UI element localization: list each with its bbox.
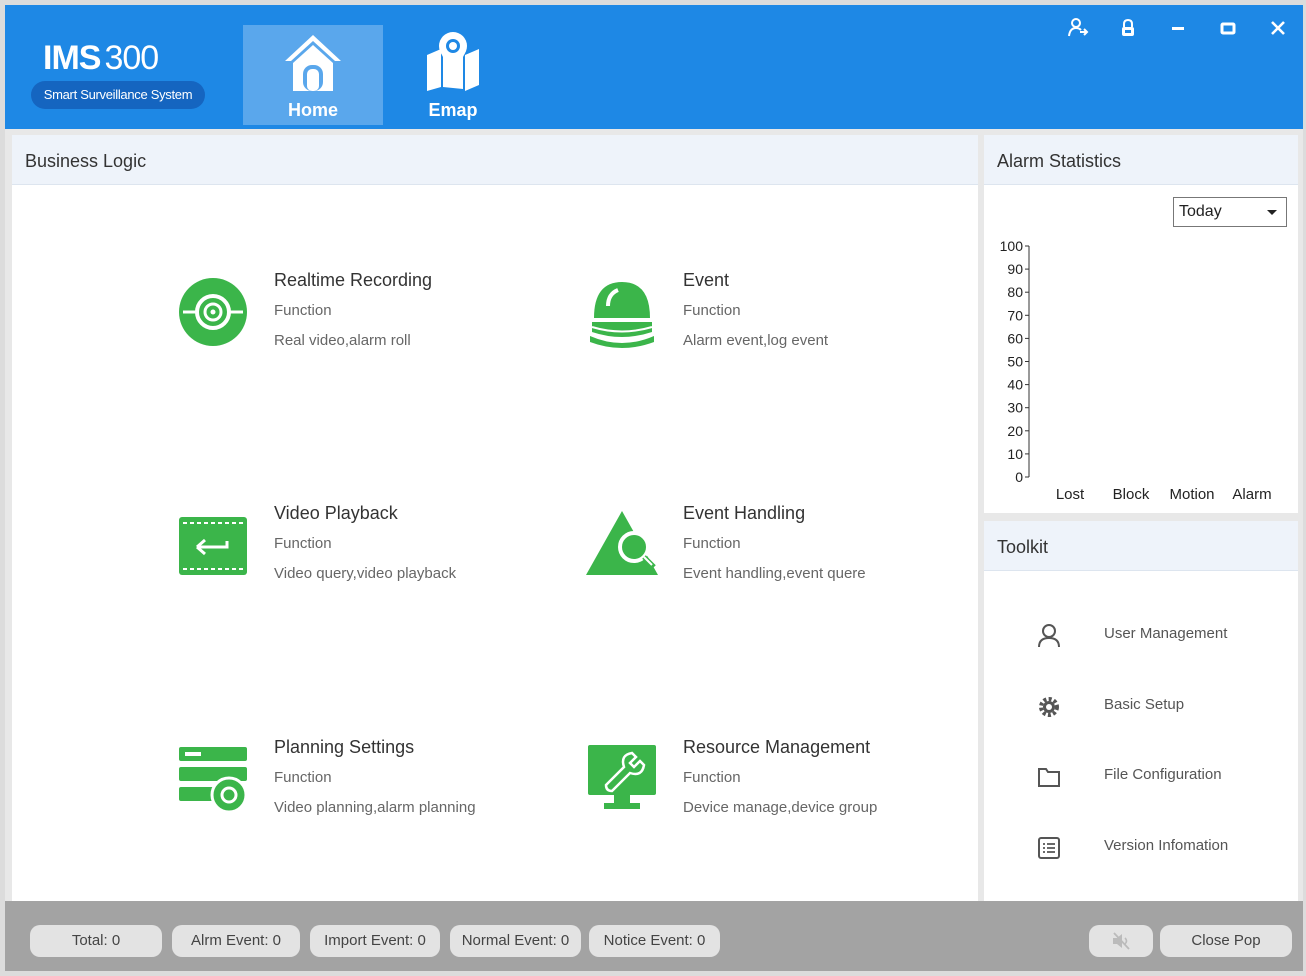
func-title: Realtime Recording	[274, 270, 433, 290]
film-playback-icon	[179, 517, 247, 575]
y-tick-label: 50	[1007, 354, 1023, 370]
maximize-icon	[1220, 22, 1236, 35]
header-bar: IMS 300 Smart Surveillance System Home E…	[5, 5, 1303, 129]
func-desc: Video query,video playback	[274, 565, 457, 582]
y-tick-label: 100	[1000, 238, 1024, 254]
folder-icon	[1038, 768, 1060, 787]
func-sub: Function	[274, 769, 332, 786]
y-tick-label: 10	[1007, 446, 1023, 462]
logo-main-text: IMS	[43, 39, 101, 77]
camera-lens-icon	[179, 278, 247, 346]
alarm-bar-chart: 1009080706050403020100Lost Block Motion Ala…	[1000, 238, 1272, 503]
user-switch-button[interactable]	[1065, 17, 1091, 43]
func-planning-settings[interactable]: Planning Settings Function Video plannin…	[177, 737, 577, 853]
mute-button[interactable]	[1089, 925, 1153, 957]
nav-emap-button[interactable]: Emap	[383, 25, 523, 125]
func-resource-management[interactable]: Resource Management Function Device mana…	[586, 737, 986, 853]
planning-gear-icon	[179, 747, 248, 814]
func-event[interactable]: Event Function Alarm event,log event	[586, 270, 986, 386]
tool-label: Basic Setup	[1104, 696, 1185, 713]
close-button[interactable]	[1265, 17, 1291, 43]
lock-button[interactable]	[1115, 17, 1141, 43]
map-pin-icon	[427, 32, 479, 91]
nav-home-label: Home	[287, 100, 338, 120]
mute-icon	[1113, 932, 1130, 950]
tool-file-configuration[interactable]: File Configuration	[984, 756, 1298, 796]
app-logo: IMS 300 Smart Surveillance System	[31, 39, 205, 111]
app-window: IMS 300 Smart Surveillance System Home E…	[5, 5, 1303, 971]
func-desc: Alarm event,log event	[683, 332, 829, 349]
tool-label: Version Infomation	[1104, 837, 1229, 854]
tool-label: File Configuration	[1104, 766, 1222, 783]
period-select-value: Today	[1179, 203, 1222, 220]
y-tick-label: 80	[1007, 284, 1023, 300]
user-switch-icon	[1068, 18, 1089, 37]
func-desc: Device manage,device group	[683, 799, 878, 816]
func-title: Video Playback	[274, 503, 398, 523]
y-tick-label: 40	[1007, 377, 1023, 393]
func-title: Event	[683, 270, 730, 290]
alarm-light-icon	[590, 282, 654, 348]
count-import-event: Import Event: 0	[310, 925, 440, 957]
func-event-handling[interactable]: Event Handling Function Event handling,e…	[586, 503, 986, 619]
count-normal-event: Normal Event: 0	[450, 925, 581, 957]
user-icon	[1038, 624, 1060, 648]
logo-tagline: Smart Surveillance System	[31, 81, 205, 109]
tool-basic-setup[interactable]: Basic Setup	[984, 686, 1298, 726]
func-realtime-recording[interactable]: Realtime Recording Function Real video,a…	[177, 270, 577, 386]
business-logic-panel: Business Logic Realtime Recording Functi…	[12, 135, 978, 901]
func-title: Resource Management	[683, 737, 871, 757]
y-tick-label: 30	[1007, 400, 1023, 416]
func-sub: Function	[683, 302, 741, 319]
y-tick-label: 90	[1007, 261, 1023, 277]
alarm-statistics-panel: Alarm Statistics Today 100 90 80 70 60 50 40 30…	[984, 135, 1298, 513]
nav-home-button[interactable]: Home	[243, 25, 383, 125]
period-select[interactable]: Today	[1173, 197, 1287, 227]
minimize-button[interactable]	[1165, 17, 1191, 43]
count-total: Total: 0	[30, 925, 162, 957]
status-bar: Total: 0 Alrm Event: 0 Import Event: 0 N…	[5, 901, 1303, 971]
alarm-statistics-title: Alarm Statistics	[984, 135, 1298, 185]
list-document-icon	[1038, 837, 1060, 859]
chevron-down-icon	[1267, 210, 1277, 215]
y-tick-label: 60	[1007, 330, 1023, 346]
monitor-wrench-icon	[588, 745, 656, 809]
x-category-label: Motion	[1169, 486, 1214, 503]
func-sub: Function	[683, 535, 741, 552]
close-icon	[1271, 21, 1285, 35]
tool-label: User Management	[1104, 625, 1228, 642]
close-pop-button[interactable]: Close Pop	[1160, 925, 1292, 957]
x-category-label: Block	[1113, 486, 1150, 503]
func-sub: Function	[274, 302, 332, 319]
func-desc: Event handling,event quere	[683, 565, 866, 582]
x-category-label: Lost	[1056, 486, 1085, 503]
y-tick-label: 0	[1015, 469, 1023, 485]
minimize-icon	[1172, 27, 1184, 30]
count-notice-event: Notice Event: 0	[589, 925, 720, 957]
nav-emap-label: Emap	[428, 100, 478, 120]
y-tick-label: 70	[1007, 307, 1023, 323]
tool-version-information[interactable]: Version Infomation	[984, 827, 1298, 867]
func-title: Planning Settings	[274, 737, 415, 757]
gear-icon	[1039, 697, 1059, 717]
toolkit-title: Toolkit	[984, 521, 1298, 571]
func-sub: Function	[683, 769, 741, 786]
home-icon	[285, 35, 341, 91]
logo-number-text: 300	[104, 39, 159, 77]
business-logic-title: Business Logic	[12, 135, 978, 185]
maximize-button[interactable]	[1215, 17, 1241, 43]
lock-icon	[1122, 18, 1134, 36]
func-sub: Function	[274, 535, 332, 552]
tool-user-management[interactable]: User Management	[984, 615, 1298, 655]
toolkit-panel: Toolkit User Management Basic Setup File…	[984, 521, 1298, 901]
func-desc: Real video,alarm roll	[274, 332, 411, 349]
count-alarm-event: Alrm Event: 0	[172, 925, 300, 957]
func-desc: Video planning,alarm planning	[274, 799, 476, 816]
func-video-playback[interactable]: Video Playback Function Video query,vide…	[177, 503, 577, 619]
warning-search-icon	[586, 511, 658, 575]
x-category-label: Alarm	[1232, 486, 1271, 503]
func-title: Event Handling	[683, 503, 806, 523]
y-tick-label: 20	[1007, 423, 1023, 439]
